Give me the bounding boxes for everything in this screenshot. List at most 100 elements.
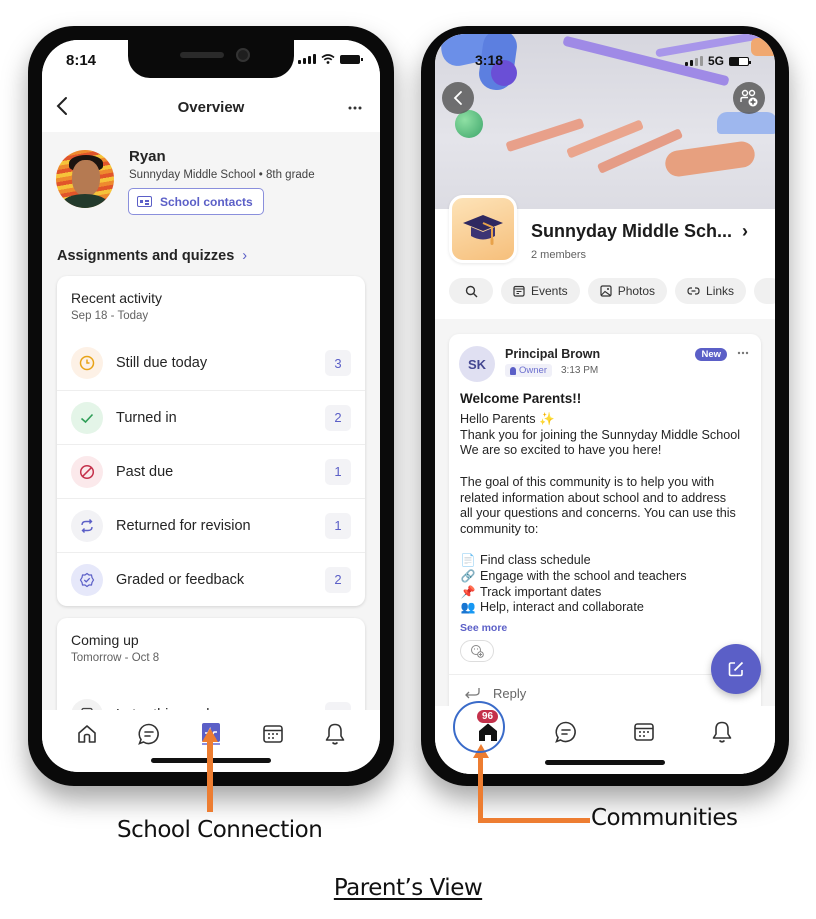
tab-chat[interactable] [546, 716, 586, 748]
activity-count: 2 [325, 566, 351, 593]
tab-home[interactable] [67, 718, 107, 750]
bell-icon [712, 721, 732, 743]
caption-text: Parent’s View [333, 875, 483, 901]
activity-row-still-due[interactable]: Still due today 3 [57, 336, 365, 390]
post-line: related information about school and to … [460, 490, 727, 505]
post-line: Hello Parents ✨ [460, 412, 555, 426]
assignments-and-quizzes-link[interactable]: Assignments and quizzes › [57, 248, 247, 264]
list-text: Engage with the school and teachers [480, 569, 687, 583]
chevron-right-icon: › [742, 221, 749, 241]
signal-icon [298, 54, 316, 64]
more-chip[interactable] [754, 278, 775, 304]
activity-label: Returned for revision [116, 517, 251, 534]
school-contacts-label: School contacts [160, 194, 253, 209]
post-list-item: 📄 Find class schedule [460, 553, 760, 569]
badge-check-icon [71, 563, 103, 596]
tab-calendar[interactable] [253, 718, 293, 750]
ribbon-icon [510, 366, 516, 375]
recent-activity-title: Recent activity [71, 290, 163, 306]
back-button[interactable] [442, 82, 474, 114]
people-icon: 👥 [460, 600, 476, 615]
see-more-link[interactable]: See more [460, 622, 507, 634]
post-list-item: 📌 Track important dates [460, 585, 760, 601]
post-line: Thank you for joining the Sunnyday Middl… [460, 427, 741, 442]
community-logo [449, 195, 517, 263]
community-name-link[interactable]: Sunnyday Middle Sch... › [531, 221, 748, 242]
status-time: 3:18 [475, 52, 504, 68]
activity-row-turned-in[interactable]: Turned in 2 [57, 390, 365, 444]
activity-row-graded[interactable]: Graded or feedback 2 [57, 552, 365, 606]
image-icon [600, 285, 612, 297]
school-connection-label: School Connection [117, 817, 323, 843]
communities-phone: 3:18 5G Sunnyday Middle Sch... › 2 membe… [421, 26, 789, 786]
activity-count: 3 [325, 350, 351, 376]
list-text: Find class schedule [480, 553, 591, 568]
student-avatar [56, 150, 114, 208]
notification-badge: 96 [477, 710, 499, 723]
activity-label: Still due today [116, 355, 208, 371]
calendar-icon [513, 285, 525, 297]
student-profile: Ryan Sunnyday Middle School • 8th grade … [56, 144, 366, 215]
post-title: Welcome Parents!! [460, 391, 582, 406]
events-chip[interactable]: Events [501, 278, 580, 304]
add-reaction-button[interactable] [460, 640, 494, 662]
status-icons [298, 54, 363, 64]
community-chips: Events Photos Links [449, 278, 775, 304]
search-icon [465, 285, 477, 297]
post-line: The goal of this community is to help yo… [460, 474, 715, 489]
tab-chat[interactable] [129, 718, 169, 750]
phone-screen: 8:14 Overview Ryan Sunnyday Middle Schoo… [42, 40, 380, 772]
checkmark-icon [71, 401, 103, 434]
photos-label: Photos [617, 284, 656, 298]
page-title: Overview [177, 99, 245, 116]
reply-arrow-icon [465, 688, 480, 699]
recent-activity-card: Recent activity Sep 18 - Today Still due… [57, 276, 365, 606]
links-chip[interactable]: Links [675, 278, 747, 304]
more-options-button[interactable] [348, 94, 362, 115]
owner-badge: Owner [505, 364, 552, 377]
tab-activity[interactable] [702, 716, 742, 748]
new-badge: New [695, 348, 727, 361]
tab-calendar[interactable] [624, 716, 664, 748]
activity-count: 2 [325, 404, 351, 431]
activity-row-past-due[interactable]: Past due 1 [57, 444, 365, 498]
activity-row-returned[interactable]: Returned for revision 1 [57, 498, 365, 552]
link-icon: 🔗 [460, 569, 476, 583]
post-more-button[interactable] [737, 342, 749, 358]
graduation-cap-icon [463, 215, 503, 245]
post-list-item: 👥 Help, interact and collaborate [460, 600, 760, 616]
search-chip[interactable] [449, 278, 493, 304]
battery-icon [729, 56, 751, 66]
student-school-grade: Sunnyday Middle School • 8th grade [129, 169, 315, 181]
chat-icon [138, 723, 159, 745]
figure-caption: Parent’s View [0, 875, 816, 901]
author-avatar: SK [459, 346, 495, 382]
links-label: Links [706, 284, 735, 298]
compose-icon [728, 661, 744, 677]
arrow-sync-icon [71, 509, 103, 542]
post-author: Principal Brown [505, 347, 601, 361]
coming-up-title: Coming up [71, 632, 139, 648]
calendar-icon [263, 725, 283, 743]
activity-label: Graded or feedback [116, 571, 245, 588]
school-connection-phone: 8:14 Overview Ryan Sunnyday Middle Schoo… [28, 26, 394, 786]
tab-activity[interactable] [315, 718, 355, 750]
add-member-button[interactable] [733, 82, 765, 114]
community-header: Sunnyday Middle Sch... › 2 members Event… [435, 195, 775, 319]
link-icon [687, 287, 700, 295]
home-icon [78, 725, 96, 743]
wifi-icon [321, 54, 335, 64]
home-indicator [545, 760, 665, 765]
list-text: Track important dates [480, 584, 602, 599]
activity-label: Turned in [116, 409, 177, 426]
status-time: 8:14 [66, 52, 97, 69]
photos-chip[interactable]: Photos [587, 278, 668, 304]
compose-post-button[interactable] [711, 644, 761, 694]
school-contacts-button[interactable]: School contacts [128, 188, 264, 215]
emoji-add-icon [471, 645, 484, 658]
reply-button[interactable]: Reply [463, 686, 526, 701]
prohibited-icon [71, 455, 103, 488]
person-add-icon [740, 89, 758, 107]
chevron-left-icon [453, 91, 462, 105]
chevron-right-icon: › [242, 248, 248, 264]
